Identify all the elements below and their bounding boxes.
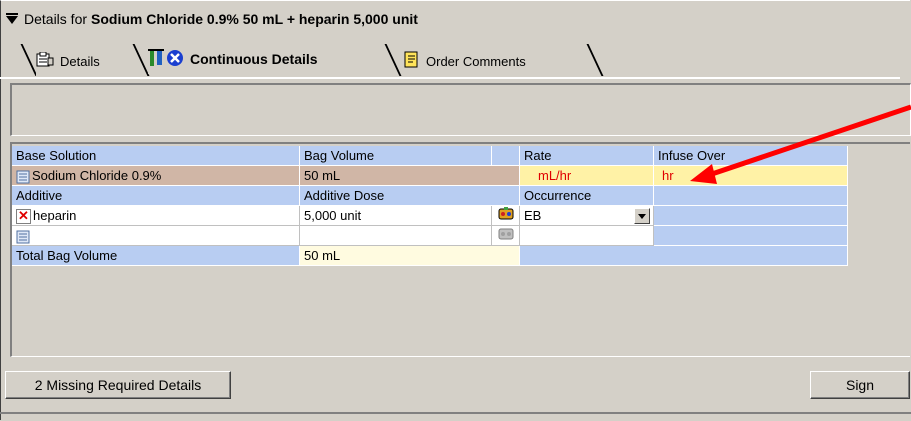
details-for-label: Details for [24,11,88,27]
new-dose-calculator-cell [492,226,520,246]
header-base-solution: Base Solution [12,146,300,166]
details-sheet-icon [36,51,54,71]
iv-bag-error-icon [148,48,184,71]
remove-additive-icon[interactable]: ✕ [16,209,31,225]
sign-button[interactable]: Sign [810,371,910,399]
header-additive-dose: Additive Dose [300,186,520,206]
header-rate: Rate [520,146,654,166]
missing-required-details-button[interactable]: 2 Missing Required Details [5,371,231,399]
footer-divider [0,412,911,414]
tab-details[interactable]: Details [36,46,100,76]
header-bag-volume: Bag Volume [300,146,492,166]
grid-header-row: Base Solution Bag Volume Rate Infuse Ove… [12,146,848,166]
add-additive-sheet-icon[interactable] [16,230,30,244]
additive-header-row: Additive Additive Dose Occurrence [12,186,848,206]
additive-row-empty [654,206,848,226]
header-spacer [492,146,520,166]
base-solution-row[interactable]: Sodium Chloride 0.9% 50 mL mL/hr hr [12,166,848,186]
new-row-empty [654,226,848,246]
new-additive-cell[interactable] [12,226,300,246]
additive-cell[interactable]: ✕ heparin [12,206,300,226]
new-additive-dose[interactable] [300,226,492,246]
header-infuse-over: Infuse Over [654,146,848,166]
dose-calculator-cell[interactable] [492,206,520,226]
tab-divider [20,44,38,76]
header-empty [654,186,848,206]
tab-baseline [0,77,900,79]
tab-divider [384,44,402,76]
total-row-empty [520,246,848,266]
additive-row[interactable]: ✕ heparin 5,000 unit EB [12,206,848,226]
order-comment-box[interactable] [10,83,911,136]
tab-continuous-details[interactable]: Continuous Details [148,44,318,74]
tab-order-comments[interactable]: Order Comments [402,46,526,76]
tab-details-label: Details [60,53,100,69]
comment-notes-icon [402,51,420,72]
order-name: Sodium Chloride 0.9% 50 mL + heparin 5,0… [91,11,418,27]
rate-field[interactable]: mL/hr [520,166,654,186]
tab-continuous-details-label: Continuous Details [190,51,318,67]
tab-divider [132,44,150,76]
dose-calculator-disabled-icon [498,228,514,240]
base-solution-sheet-icon[interactable] [16,170,30,184]
tab-divider [586,44,604,76]
additive-dose-value[interactable]: 5,000 unit [300,206,492,226]
occurrence-dropdown-icon[interactable] [634,208,650,224]
infuse-over-field[interactable]: hr [654,166,848,186]
new-additive-row[interactable] [12,226,848,246]
header-additive: Additive [12,186,300,206]
continuous-details-panel: Base Solution Bag Volume Rate Infuse Ove… [10,142,910,357]
bag-volume-value[interactable]: 50 mL [300,166,520,186]
additive-value: heparin [33,208,77,223]
header-occurrence: Occurrence [520,186,654,206]
base-solution-cell[interactable]: Sodium Chloride 0.9% [12,166,300,186]
base-solution-value: Sodium Chloride 0.9% [32,168,162,183]
occurrence-value: EB [524,208,542,223]
dose-calculator-icon[interactable] [498,206,514,222]
tab-strip: Details Continuous Details Order Comment… [10,40,910,76]
collapse-triangle-icon[interactable] [6,13,18,24]
total-bag-volume-label: Total Bag Volume [12,246,300,266]
total-bag-volume-row: Total Bag Volume 50 mL [12,246,848,266]
new-occurrence[interactable] [520,226,654,246]
total-bag-volume-value: 50 mL [300,246,520,266]
tab-order-comments-label: Order Comments [426,53,526,69]
occurrence-select[interactable]: EB [520,206,654,226]
details-header[interactable]: Details for Sodium Chloride 0.9% 50 mL +… [6,10,418,28]
